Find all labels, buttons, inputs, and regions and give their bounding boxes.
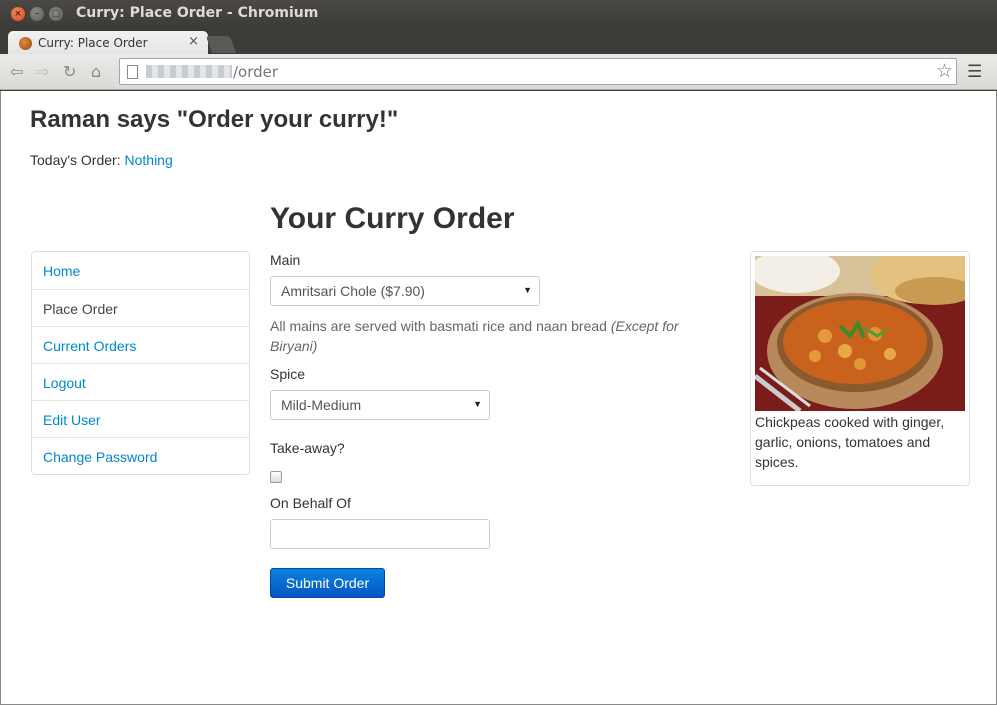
mains-help-text: All mains are served with basmati rice a… [270, 316, 710, 356]
bookmark-star-icon[interactable]: ☆ [936, 60, 953, 82]
todays-order-label: Today's Order: [30, 152, 121, 168]
takeaway-checkbox[interactable] [270, 471, 282, 483]
window-titlebar: × – □ Curry: Place Order - Chromium [0, 0, 997, 28]
sidebar-nav: Home Place Order Current Orders Logout E… [31, 251, 250, 475]
sidebar-item-current-orders[interactable]: Current Orders [32, 326, 249, 363]
curry-favicon-icon [19, 37, 32, 50]
tab-title: Curry: Place Order [38, 36, 148, 50]
url-path: /order [233, 63, 279, 81]
back-arrow-icon[interactable]: ⇦ [10, 63, 23, 81]
dish-thumbnail: Chickpeas cooked with ginger, garlic, on… [750, 251, 970, 486]
sidebar-item-edit-user[interactable]: Edit User [32, 400, 249, 437]
main-select[interactable]: Amritsari Chole ($7.90) ▼ [270, 276, 540, 306]
behalf-input[interactable] [270, 519, 490, 549]
spice-select[interactable]: Mild-Medium ▼ [270, 390, 490, 420]
window-maximize-button[interactable]: □ [49, 7, 63, 21]
sidebar-item-place-order[interactable]: Place Order [32, 289, 249, 326]
takeaway-label: Take-away? [270, 440, 345, 456]
main-label: Main [270, 252, 301, 268]
home-icon[interactable]: ⌂ [91, 63, 101, 81]
behalf-label: On Behalf Of [270, 495, 351, 511]
address-bar[interactable]: /order ☆ [119, 58, 957, 85]
forward-arrow-icon[interactable]: ⇨ [36, 63, 49, 81]
window-title: Curry: Place Order - Chromium [76, 5, 319, 21]
sidebar-item-home[interactable]: Home [32, 252, 249, 289]
spice-select-value: Mild-Medium [281, 397, 362, 413]
curry-dish-image [755, 256, 965, 411]
tab-strip: Curry: Place Order × [0, 28, 997, 54]
new-tab-button[interactable] [205, 36, 237, 53]
page-viewport: Raman says "Order your curry!" Today's O… [0, 91, 997, 705]
chrome-menu-icon[interactable]: ☰ [967, 63, 982, 81]
tab-close-icon[interactable]: × [188, 34, 199, 49]
chevron-down-icon: ▼ [523, 285, 532, 295]
todays-order: Today's Order: Nothing [30, 152, 173, 168]
window-close-button[interactable]: × [11, 7, 25, 21]
browser-tab[interactable]: Curry: Place Order × [8, 31, 208, 54]
help-text: All mains are served with basmati rice a… [270, 318, 607, 334]
main-select-value: Amritsari Chole ($7.90) [281, 283, 425, 299]
page-heading: Your Curry Order [270, 202, 515, 235]
url-host-blurred [146, 65, 232, 78]
site-title: Raman says "Order your curry!" [30, 106, 399, 133]
chevron-down-icon: ▼ [473, 399, 482, 409]
browser-toolbar: ⇦ ⇨ ↻ ⌂ /order ☆ ☰ [0, 54, 997, 90]
spice-label: Spice [270, 366, 306, 382]
todays-order-link[interactable]: Nothing [125, 152, 173, 168]
sidebar-item-change-password[interactable]: Change Password [32, 437, 249, 474]
sidebar-item-logout[interactable]: Logout [32, 363, 249, 400]
page-icon [127, 65, 138, 79]
window-minimize-button[interactable]: – [30, 7, 44, 21]
submit-order-button[interactable]: Submit Order [270, 568, 385, 598]
reload-icon[interactable]: ↻ [63, 63, 76, 81]
dish-caption: Chickpeas cooked with ginger, garlic, on… [755, 414, 945, 470]
